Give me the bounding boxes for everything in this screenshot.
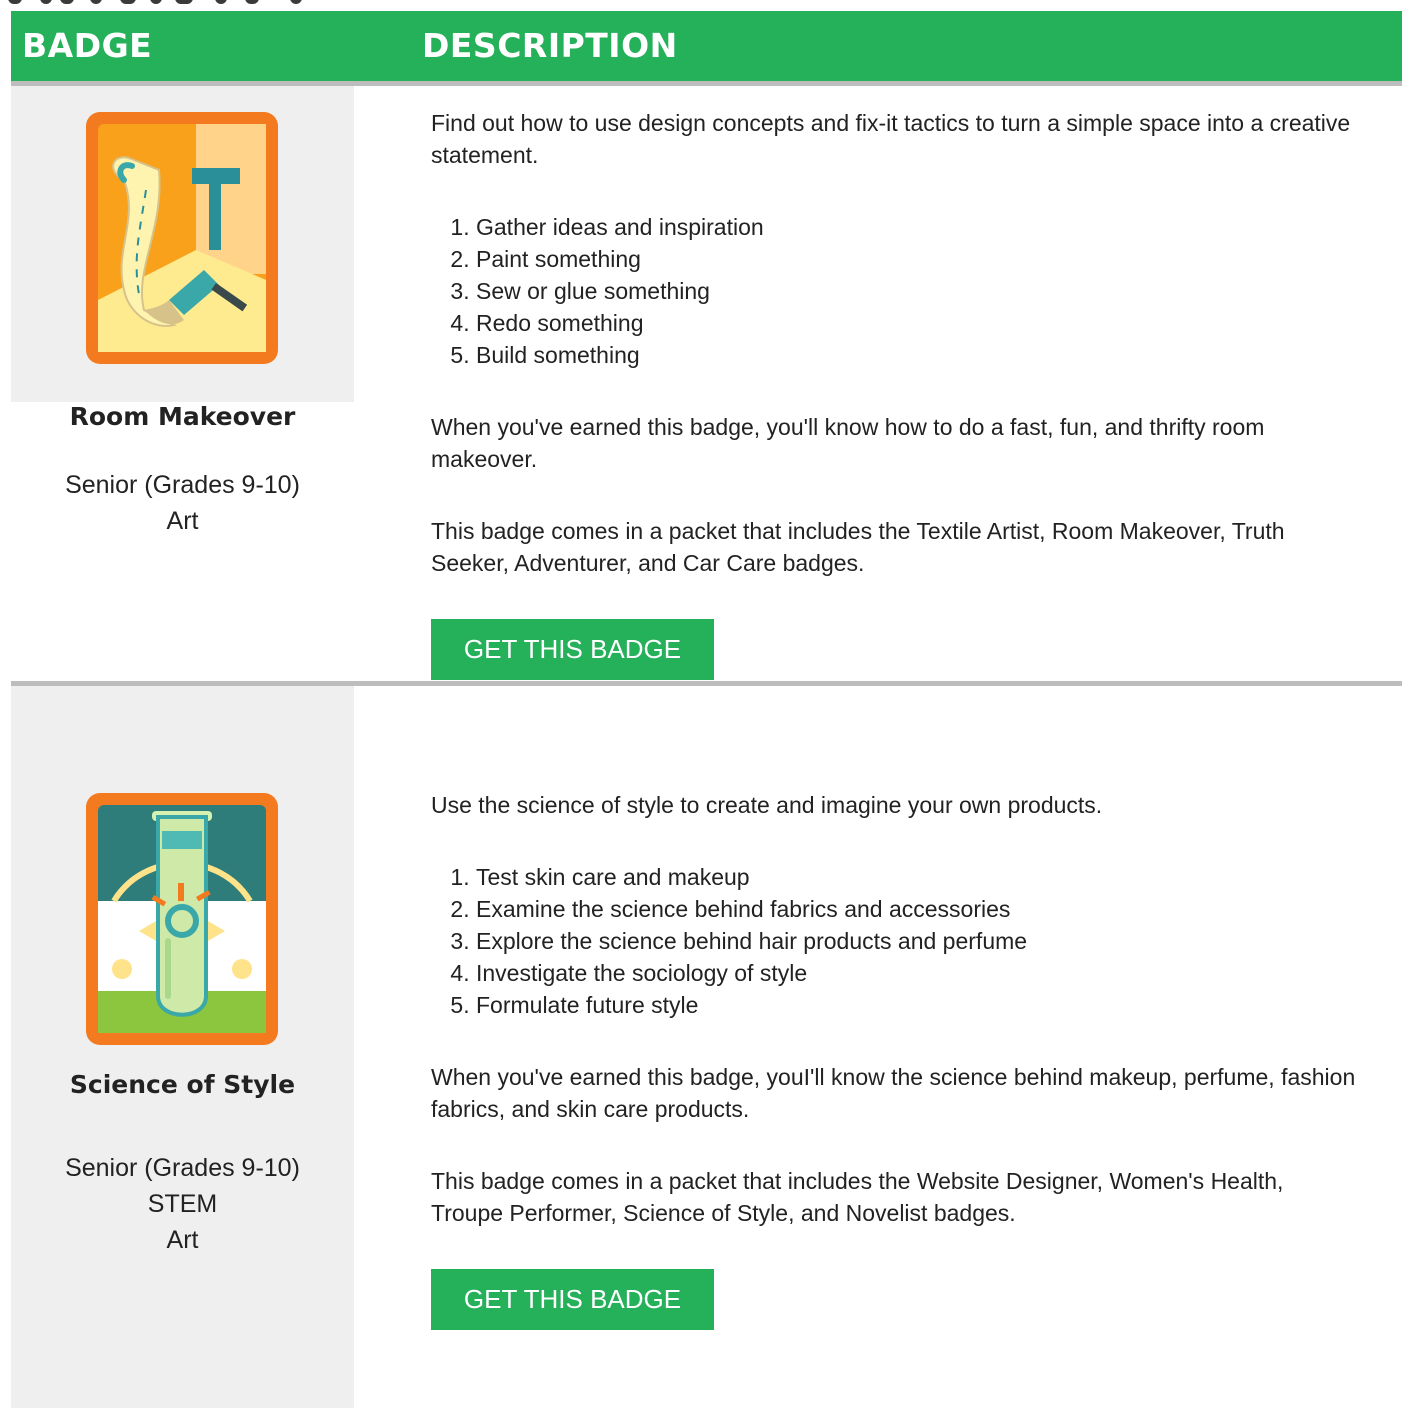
- badge-packet-text: This badge comes in a packet that includ…: [431, 518, 1285, 576]
- list-item: Investigate the sociology of style: [476, 957, 1361, 989]
- table-row: Room Makeover Senior (Grades 9-10) Art F…: [11, 81, 1402, 680]
- badge-cell: Room Makeover Senior (Grades 9-10) Art: [11, 86, 354, 535]
- science-of-style-badge-icon: [86, 793, 278, 1045]
- list-item: Sew or glue something: [476, 275, 1361, 307]
- badge-meta: Senior (Grades 9-10) Art: [11, 467, 354, 539]
- clipped-heading-fragment: [0, 0, 1402, 10]
- list-item: Redo something: [476, 307, 1361, 339]
- badge-intro: Find out how to use design concepts and …: [431, 110, 1351, 168]
- header-description-column: DESCRIPTION: [422, 26, 678, 65]
- list-item: Formulate future style: [476, 989, 1361, 1021]
- table-row: Science of Style Senior (Grades 9-10) ST…: [11, 681, 1402, 1408]
- badge-earned-text: When you've earned this badge, youI'll k…: [431, 1064, 1356, 1122]
- list-item: Test skin care and makeup: [476, 861, 1361, 893]
- badge-category: STEM: [147, 1190, 218, 1218]
- badge-packet-text: This badge comes in a packet that includ…: [431, 1168, 1284, 1226]
- badge-name: Science of Style: [69, 1070, 296, 1099]
- description-cell: Find out how to use design concepts and …: [431, 107, 1361, 680]
- get-this-badge-button[interactable]: GET THIS BADGE: [431, 619, 714, 680]
- badge-level: Senior (Grades 9-10): [65, 471, 300, 499]
- badge-category: Art: [166, 507, 199, 535]
- badge-steps: Gather ideas and inspiration Paint somet…: [431, 211, 1361, 371]
- list-item: Explore the science behind hair products…: [476, 925, 1361, 957]
- get-this-badge-button[interactable]: GET THIS BADGE: [431, 1269, 714, 1330]
- table-header: BADGE DESCRIPTION: [11, 11, 1402, 81]
- badge-category: Art: [166, 1226, 199, 1254]
- badge-earned-text: When you've earned this badge, you'll kn…: [431, 414, 1265, 472]
- list-item: Build something: [476, 339, 1361, 371]
- badge-meta: Senior (Grades 9-10) STEM Art: [11, 1150, 354, 1258]
- badge-level: Senior (Grades 9-10): [65, 1154, 300, 1182]
- badge-cell: Science of Style Senior (Grades 9-10) ST…: [11, 686, 354, 1408]
- description-cell: Use the science of style to create and i…: [431, 789, 1361, 1330]
- header-badge-column: BADGE: [22, 26, 153, 65]
- badge-intro: Use the science of style to create and i…: [431, 792, 1103, 818]
- list-item: Examine the science behind fabrics and a…: [476, 893, 1361, 925]
- list-item: Paint something: [476, 243, 1361, 275]
- room-makeover-badge-icon: [86, 112, 278, 364]
- badge-name: Room Makeover: [69, 402, 296, 431]
- badge-page: BADGE DESCRIPTION Room Makeover Senior (…: [0, 0, 1402, 1408]
- list-item: Gather ideas and inspiration: [476, 211, 1361, 243]
- badge-steps: Test skin care and makeup Examine the sc…: [431, 861, 1361, 1021]
